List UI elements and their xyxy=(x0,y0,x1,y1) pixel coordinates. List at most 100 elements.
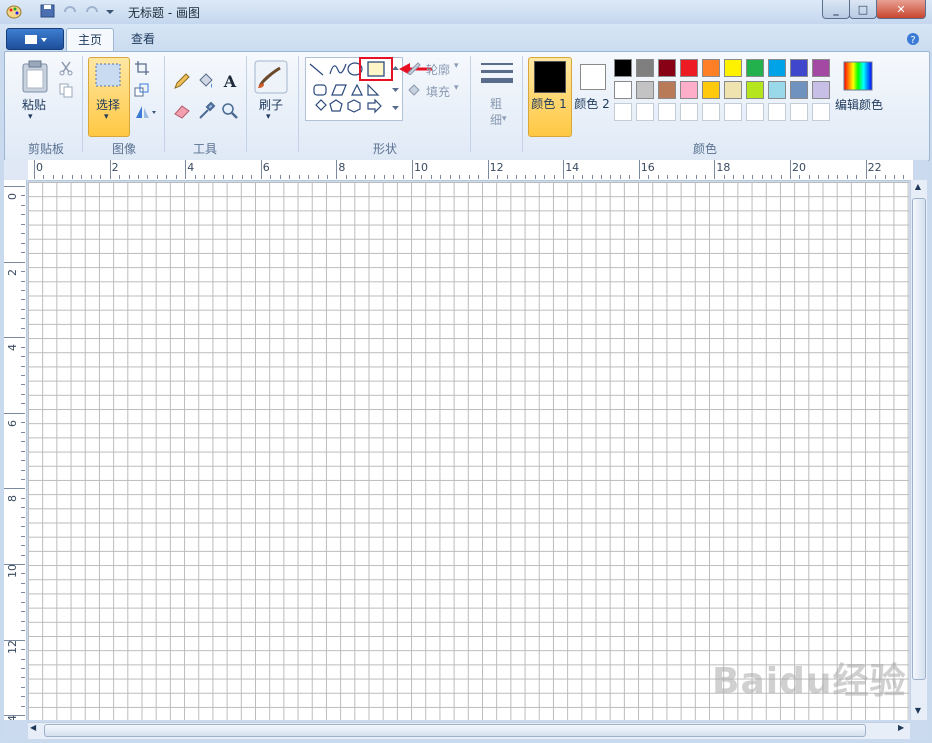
colors-group-label: 颜色 xyxy=(692,142,717,156)
maximize-button[interactable]: □ xyxy=(849,0,877,19)
fill-button-label[interactable]: 填充 xyxy=(426,83,450,100)
ruler-minor-tick xyxy=(223,175,224,179)
palette-color-swatch[interactable] xyxy=(636,59,654,77)
custom-color-slot[interactable] xyxy=(636,103,654,121)
palette-color-swatch[interactable] xyxy=(658,59,676,77)
crop-icon[interactable] xyxy=(134,60,150,76)
size-dropdown-icon[interactable]: ▾ xyxy=(502,114,507,124)
custom-color-slot[interactable] xyxy=(614,103,632,121)
save-icon[interactable] xyxy=(40,4,56,18)
help-icon[interactable]: ? xyxy=(906,32,920,46)
ruler-minor-tick xyxy=(21,337,25,339)
ruler-minor-tick xyxy=(119,175,121,179)
scroll-up-icon[interactable]: ▲ xyxy=(912,182,924,191)
scroll-right-icon[interactable]: ▶ xyxy=(898,723,904,732)
ruler-minor-tick xyxy=(21,573,25,575)
customize-qat-icon[interactable] xyxy=(104,4,120,18)
text-tool-icon[interactable]: A xyxy=(220,71,240,91)
ruler-minor-tick xyxy=(21,431,25,433)
ruler-label: 12 xyxy=(6,639,19,654)
custom-color-slot[interactable] xyxy=(746,103,764,121)
custom-color-slot[interactable] xyxy=(724,103,742,121)
vertical-scroll-thumb[interactable] xyxy=(912,198,926,680)
edit-colors-label[interactable]: 编辑颜色 xyxy=(834,96,884,113)
custom-color-slot[interactable] xyxy=(812,103,830,121)
outline-button-label[interactable]: 轮廓 xyxy=(426,61,450,78)
palette-color-swatch[interactable] xyxy=(790,59,808,77)
resize-icon[interactable] xyxy=(134,82,150,98)
palette-color-swatch[interactable] xyxy=(614,81,632,99)
custom-color-slot[interactable] xyxy=(702,103,720,121)
size-icon[interactable] xyxy=(480,60,514,90)
edit-colors-icon[interactable] xyxy=(842,60,874,92)
minimize-button[interactable]: _ xyxy=(822,0,850,19)
scroll-down-icon[interactable]: ▼ xyxy=(912,706,924,715)
rotate-icon[interactable] xyxy=(134,104,158,120)
ruler-label: 12 xyxy=(489,161,504,174)
ruler-minor-tick xyxy=(232,175,234,179)
fill-dropdown-icon[interactable]: ▾ xyxy=(454,83,459,93)
custom-color-slot[interactable] xyxy=(680,103,698,121)
ruler-minor-tick xyxy=(21,592,25,594)
color1-swatch xyxy=(534,61,566,93)
copy-icon[interactable] xyxy=(58,82,74,98)
color2-swatch[interactable] xyxy=(580,64,606,90)
palette-color-swatch[interactable] xyxy=(812,81,830,99)
ruler-minor-tick xyxy=(478,175,480,179)
custom-color-slot[interactable] xyxy=(658,103,676,121)
horizontal-scroll-thumb[interactable] xyxy=(44,724,866,737)
palette-color-swatch[interactable] xyxy=(636,81,654,99)
palette-color-swatch[interactable] xyxy=(724,81,742,99)
ruler-minor-tick xyxy=(459,175,461,179)
palette-color-swatch[interactable] xyxy=(680,81,698,99)
cut-icon[interactable] xyxy=(58,60,74,76)
outline-dropdown-icon[interactable]: ▾ xyxy=(454,61,459,71)
ruler-label: 16 xyxy=(640,161,655,174)
paste-dropdown-icon[interactable]: ▾ xyxy=(28,112,33,122)
paint-menu-button[interactable] xyxy=(6,28,64,50)
tab-view[interactable]: 查看 xyxy=(118,28,168,52)
drawing-canvas[interactable] xyxy=(28,182,909,720)
custom-color-slot[interactable] xyxy=(768,103,786,121)
brushes-label[interactable]: 刷子 xyxy=(252,96,290,113)
palette-color-swatch[interactable] xyxy=(768,59,786,77)
palette-color-swatch[interactable] xyxy=(812,59,830,77)
palette-color-swatch[interactable] xyxy=(746,59,764,77)
ruler-minor-tick xyxy=(818,175,820,179)
palette-color-swatch[interactable] xyxy=(790,81,808,99)
ruler-minor-tick xyxy=(21,450,25,452)
brushes-dropdown-icon[interactable]: ▾ xyxy=(266,112,271,122)
scroll-left-icon[interactable]: ◀ xyxy=(30,723,36,732)
redo-icon[interactable] xyxy=(84,4,100,18)
palette-color-swatch[interactable] xyxy=(680,59,698,77)
outline-icon[interactable] xyxy=(406,61,422,75)
ruler-minor-tick xyxy=(468,175,470,179)
group-separator xyxy=(470,56,471,152)
palette-color-swatch[interactable] xyxy=(658,81,676,99)
palette-color-swatch[interactable] xyxy=(702,81,720,99)
palette-color-swatch[interactable] xyxy=(746,81,764,99)
ruler-minor-tick xyxy=(21,233,25,235)
fill-icon[interactable] xyxy=(406,83,422,97)
color-picker-icon[interactable] xyxy=(196,101,216,121)
undo-icon[interactable] xyxy=(62,4,78,18)
close-button[interactable]: ✕ xyxy=(876,0,926,19)
palette-color-swatch[interactable] xyxy=(614,59,632,77)
brushes-icon[interactable] xyxy=(254,60,288,94)
tab-home[interactable]: 主页 xyxy=(66,28,114,53)
paste-button-label[interactable]: 粘贴 xyxy=(14,96,54,113)
eraser-icon[interactable] xyxy=(172,101,192,121)
palette-color-swatch[interactable] xyxy=(702,59,720,77)
palette-color-swatch[interactable] xyxy=(768,81,786,99)
pencil-icon[interactable] xyxy=(172,71,192,91)
ruler-minor-tick xyxy=(21,289,25,291)
ruler-minor-tick xyxy=(393,175,395,179)
palette-color-swatch[interactable] xyxy=(724,59,742,77)
magnifier-icon[interactable] xyxy=(220,101,240,121)
fill-bucket-icon[interactable] xyxy=(196,71,216,91)
paste-icon[interactable] xyxy=(20,60,50,94)
color2-label[interactable]: 颜色 2 xyxy=(574,96,610,113)
custom-color-slot[interactable] xyxy=(790,103,808,121)
ruler-minor-tick xyxy=(21,516,25,518)
paint-app-icon[interactable] xyxy=(6,4,22,20)
